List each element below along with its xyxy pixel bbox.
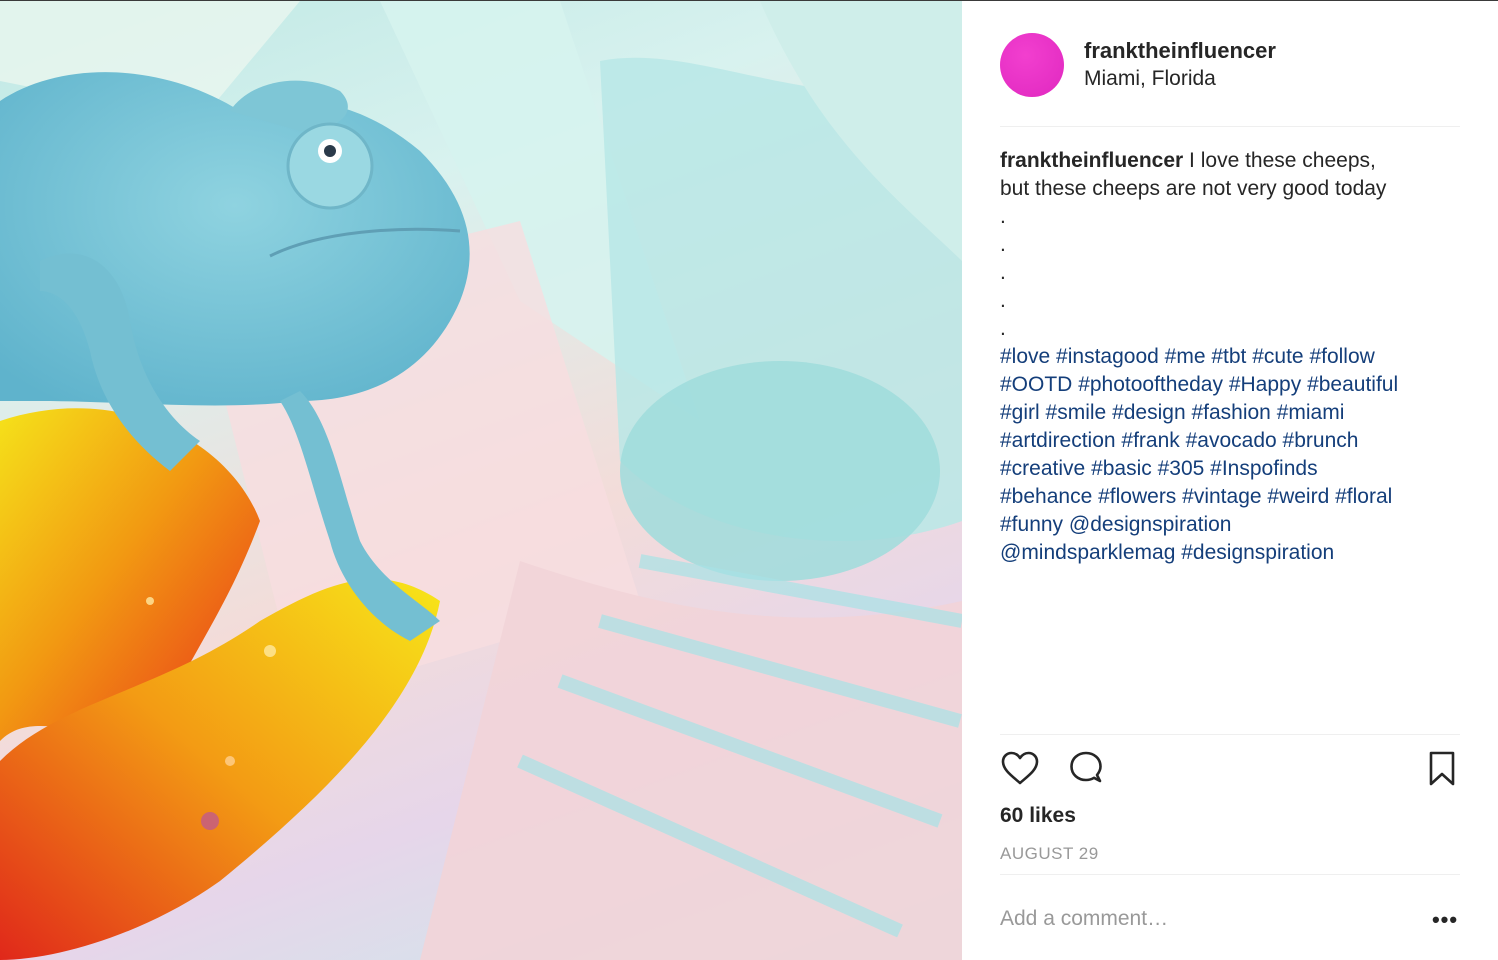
hashtag-link[interactable]: #basic <box>1091 457 1152 480</box>
comment-button[interactable] <box>1066 749 1106 789</box>
hashtag-link[interactable]: #Inspofinds <box>1210 457 1317 480</box>
comment-icon <box>1070 751 1102 783</box>
hashtag-link[interactable]: #girl <box>1000 401 1040 424</box>
hashtag-link[interactable]: #me <box>1165 345 1206 368</box>
hashtag-link[interactable]: #behance <box>1000 485 1092 508</box>
caption-text-line1: I love these cheeps, <box>1183 149 1376 172</box>
actions-divider <box>1000 734 1460 735</box>
hashtag-link[interactable]: #weird <box>1267 485 1329 508</box>
hashtag-link[interactable]: #Happy <box>1229 373 1301 396</box>
hashtag-line: #OOTD #photooftheday #Happy #beautiful <box>1000 371 1462 399</box>
hashtag-line: #girl #smile #design #fashion #miami <box>1000 399 1462 427</box>
header-location[interactable]: Miami, Florida <box>1084 67 1216 91</box>
comment-divider <box>1000 874 1460 875</box>
add-comment-input[interactable] <box>1000 901 1410 937</box>
mention-link[interactable]: @mindsparklemag <box>1000 541 1175 564</box>
caption-dot: . <box>1000 317 1006 340</box>
caption-first-line: franktheinfluencer I love these cheeps, <box>1000 147 1462 175</box>
hashtag-link[interactable]: #photooftheday <box>1078 373 1223 396</box>
post-side-panel: franktheinfluencer Miami, Florida frankt… <box>962 1 1498 960</box>
hashtag-link[interactable]: #miami <box>1277 401 1345 424</box>
header-username[interactable]: franktheinfluencer <box>1084 38 1276 64</box>
hashtag-link[interactable]: #designspiration <box>1181 541 1334 564</box>
hashtag-link[interactable]: #floral <box>1335 485 1392 508</box>
hashtag-link[interactable]: #funny <box>1000 513 1063 536</box>
caption-dot: . <box>1000 205 1006 228</box>
hashtag-link[interactable]: #305 <box>1158 457 1205 480</box>
hashtag-line: #funny @designspiration <box>1000 511 1462 539</box>
hashtag-line: #love #instagood #me #tbt #cute #follow <box>1000 343 1462 371</box>
post-date[interactable]: AUGUST 29 <box>1000 844 1099 864</box>
caption-dot: . <box>1000 233 1006 256</box>
hashtag-link[interactable]: #frank <box>1121 429 1179 452</box>
hashtag-line: #artdirection #frank #avocado #brunch <box>1000 427 1462 455</box>
like-button[interactable] <box>1000 749 1040 789</box>
hashtag-link[interactable]: #instagood <box>1056 345 1159 368</box>
hashtag-link[interactable]: #beautiful <box>1307 373 1398 396</box>
more-options-icon[interactable]: ••• <box>1430 907 1460 935</box>
hashtag-link[interactable]: #design <box>1112 401 1186 424</box>
caption-dot: . <box>1000 289 1006 312</box>
hashtag-link[interactable]: #love <box>1000 345 1050 368</box>
hashtag-link[interactable]: #OOTD <box>1000 373 1072 396</box>
post-photo[interactable] <box>0 1 962 960</box>
caption-text-line2: but these cheeps are not very good today <box>1000 177 1387 200</box>
heart-icon <box>1001 751 1039 785</box>
avatar[interactable] <box>1000 33 1064 97</box>
hashtag-link[interactable]: #artdirection <box>1000 429 1116 452</box>
save-button[interactable] <box>1422 749 1462 789</box>
hashtag-link[interactable]: #avocado <box>1186 429 1277 452</box>
post-container: franktheinfluencer Miami, Florida frankt… <box>0 0 1498 960</box>
post-caption: franktheinfluencer I love these cheeps, … <box>1000 147 1462 567</box>
caption-username[interactable]: franktheinfluencer <box>1000 149 1183 172</box>
hashtag-link[interactable]: #fashion <box>1191 401 1270 424</box>
hashtag-link[interactable]: #flowers <box>1098 485 1176 508</box>
hashtag-link[interactable]: #creative <box>1000 457 1085 480</box>
hashtag-link[interactable]: #brunch <box>1283 429 1359 452</box>
hashtag-link[interactable]: #follow <box>1309 345 1374 368</box>
hashtag-block: #love #instagood #me #tbt #cute #follow #… <box>1000 343 1462 567</box>
hashtag-link[interactable]: #tbt <box>1211 345 1246 368</box>
post-header: franktheinfluencer Miami, Florida <box>1000 1 1460 127</box>
hashtag-line: @mindsparklemag #designspiration <box>1000 539 1462 567</box>
chameleon-photo <box>0 1 962 960</box>
caption-dot: . <box>1000 261 1006 284</box>
hashtag-link[interactable]: #vintage <box>1182 485 1261 508</box>
hashtag-line: #creative #basic #305 #Inspofinds <box>1000 455 1462 483</box>
hashtag-line: #behance #flowers #vintage #weird #flora… <box>1000 483 1462 511</box>
hashtag-link[interactable]: #cute <box>1252 345 1303 368</box>
likes-count[interactable]: 60 likes <box>1000 804 1076 828</box>
bookmark-icon <box>1429 751 1455 786</box>
mention-link[interactable]: @designspiration <box>1069 513 1232 536</box>
hashtag-link[interactable]: #smile <box>1046 401 1107 424</box>
